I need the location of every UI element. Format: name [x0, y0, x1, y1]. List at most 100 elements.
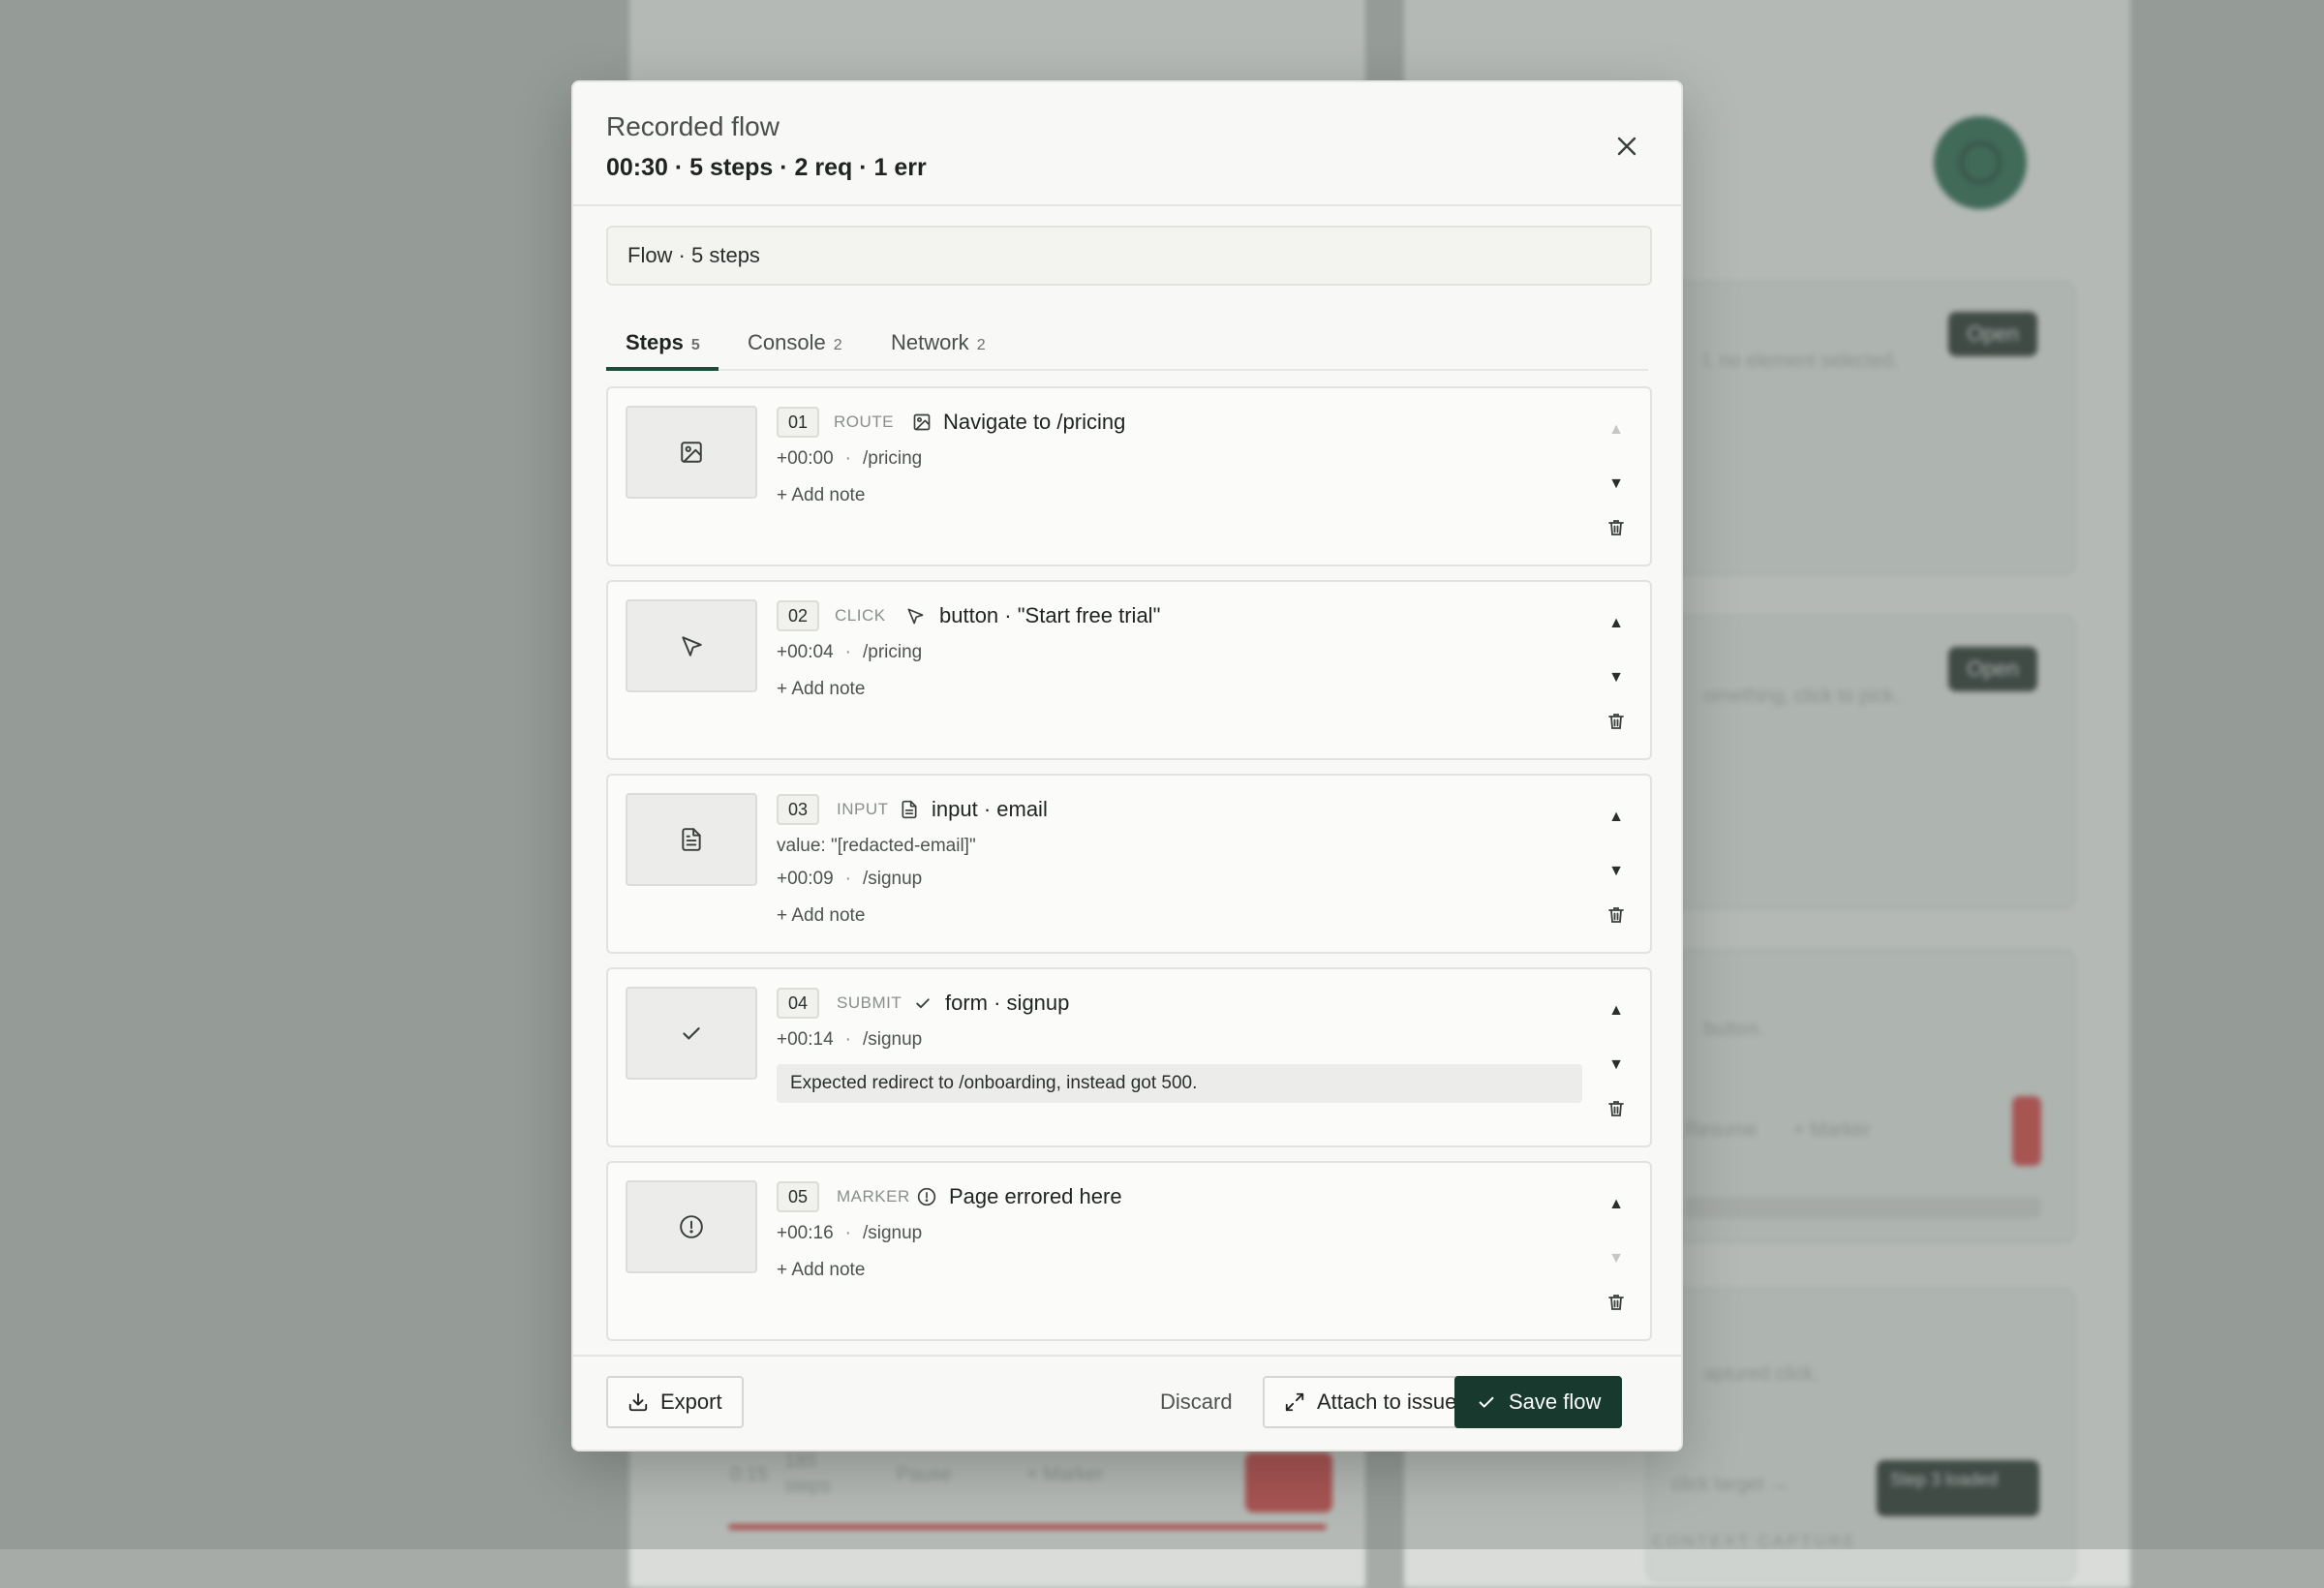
tab-steps[interactable]: Steps 5	[606, 315, 719, 371]
step-path: /pricing	[862, 448, 923, 469]
step-kind: SUBMIT	[837, 993, 902, 1012]
move-down-button[interactable]: ▼	[1604, 472, 1629, 497]
recorded-flow-modal: Recorded flow 00:30 · 5 steps · 2 req · …	[571, 80, 1683, 1451]
modal-title: Recorded flow	[606, 111, 780, 141]
step-card[interactable]: 05 MARKER Page errored here +00:16 ·/sign…	[606, 1161, 1652, 1341]
chevron-up-icon: ▲	[1608, 421, 1624, 438]
tab-network[interactable]: Network 2	[879, 315, 986, 369]
move-up-button[interactable]: ▲	[1604, 417, 1629, 443]
export-button[interactable]: Export	[606, 1376, 744, 1428]
step-meta: +00:09 ·/signup	[777, 869, 923, 889]
tab-count: 2	[976, 337, 986, 353]
tab-count: 5	[690, 337, 700, 353]
attach-to-issue-button[interactable]: Attach to issue	[1263, 1376, 1479, 1428]
close-button[interactable]	[1609, 129, 1644, 164]
step-time: +00:04	[777, 642, 834, 662]
step-kind: ROUTE	[834, 412, 894, 431]
document-icon	[899, 799, 920, 820]
chevron-down-icon: ▼	[1608, 1250, 1624, 1267]
step-label: Page errored here	[949, 1184, 1122, 1208]
alert-circle-icon	[916, 1186, 937, 1207]
move-down-button[interactable]: ▼	[1604, 1053, 1629, 1078]
trash-icon	[1608, 907, 1624, 923]
tab-label: Console	[748, 330, 826, 354]
tab-console[interactable]: Console 2	[736, 315, 842, 369]
expand-icon	[1285, 1392, 1304, 1412]
export-label: Export	[660, 1390, 722, 1414]
move-down-button[interactable]: ▼	[1604, 859, 1629, 884]
discard-label: Discard	[1160, 1390, 1233, 1414]
step-thumbnail[interactable]	[626, 1180, 757, 1273]
step-card[interactable]: 02 CLICK button · "Start free trial" +00…	[606, 580, 1652, 760]
attach-label: Attach to issue	[1317, 1390, 1457, 1414]
image-icon	[911, 412, 933, 433]
step-number: 02	[777, 600, 820, 631]
chevron-down-icon: ▼	[1608, 1056, 1624, 1073]
check-icon	[683, 1027, 700, 1040]
move-up-button[interactable]: ▲	[1604, 611, 1629, 636]
delete-step-button[interactable]	[1604, 902, 1629, 928]
delete-step-button[interactable]	[1604, 1290, 1629, 1315]
chevron-up-icon: ▲	[1608, 615, 1624, 631]
download-icon	[628, 1392, 648, 1412]
tab-count: 2	[833, 337, 842, 353]
tab-label: Network	[891, 330, 969, 354]
check-icon	[912, 992, 933, 1014]
chevron-up-icon: ▲	[1608, 809, 1624, 825]
step-meta: +00:04 ·/pricing	[777, 642, 923, 662]
add-note-link[interactable]: + Add note	[777, 1260, 865, 1281]
flow-name-input[interactable]	[606, 226, 1652, 286]
step-kind: INPUT	[837, 800, 889, 818]
tab-bar: Steps 5 Console 2 Network 2	[606, 315, 1648, 371]
delete-step-button[interactable]	[1604, 709, 1629, 734]
save-label: Save flow	[1509, 1390, 1602, 1414]
move-down-button[interactable]: ▼	[1604, 1246, 1629, 1271]
add-note-link[interactable]: + Add note	[777, 905, 865, 927]
step-number: 03	[777, 794, 820, 825]
step-card[interactable]: 01 ROUTE Navigate to /pricing +00:00 ·/pr…	[606, 386, 1652, 566]
trash-icon	[1608, 520, 1624, 535]
step-number: 01	[777, 407, 820, 438]
step-time: +00:16	[777, 1223, 834, 1243]
step-time: +00:00	[777, 448, 834, 469]
add-note-link[interactable]: + Add note	[777, 485, 865, 506]
step-label: input · email	[932, 797, 1048, 821]
cursor-icon	[682, 636, 702, 657]
move-down-button[interactable]: ▼	[1604, 665, 1629, 690]
step-time: +00:09	[777, 869, 834, 889]
step-card[interactable]: 04 SUBMIT form · signup +00:14 ·/signup E…	[606, 967, 1652, 1147]
step-time: +00:14	[777, 1029, 834, 1050]
move-up-button[interactable]: ▲	[1604, 1192, 1629, 1217]
document-icon	[682, 828, 701, 851]
close-icon	[1617, 137, 1636, 156]
save-flow-button[interactable]: Save flow	[1454, 1376, 1623, 1428]
step-path: /signup	[862, 869, 923, 889]
step-thumbnail[interactable]	[626, 599, 757, 692]
modal-footer: Export Discard Attach to issue Save flow	[573, 1355, 1681, 1450]
chevron-down-icon: ▼	[1608, 669, 1624, 686]
delete-step-button[interactable]	[1604, 515, 1629, 540]
step-value: value: "[redacted-email]"	[777, 836, 976, 856]
trash-icon	[1608, 1101, 1624, 1116]
delete-step-button[interactable]	[1604, 1096, 1629, 1121]
step-card[interactable]: 03 INPUT input · email value: "[redacted…	[606, 774, 1652, 954]
move-up-button[interactable]: ▲	[1604, 998, 1629, 1023]
step-note-text[interactable]: Expected redirect to /onboarding, instea…	[777, 1064, 1582, 1103]
cursor-icon	[904, 605, 926, 626]
chevron-down-icon: ▼	[1608, 475, 1624, 492]
step-number: 05	[777, 1181, 820, 1212]
step-meta: +00:00 ·/pricing	[777, 448, 923, 469]
discard-button[interactable]: Discard	[1141, 1376, 1252, 1428]
step-thumbnail[interactable]	[626, 793, 757, 886]
step-kind: MARKER	[837, 1187, 910, 1206]
step-label: button · "Start free trial"	[939, 603, 1161, 627]
step-label: form · signup	[945, 991, 1070, 1015]
step-path: /signup	[862, 1223, 923, 1243]
add-note-link[interactable]: + Add note	[777, 679, 865, 700]
move-up-button[interactable]: ▲	[1604, 805, 1629, 830]
modal-header: Recorded flow 00:30 · 5 steps · 2 req · …	[573, 82, 1681, 206]
check-icon	[1479, 1396, 1494, 1408]
step-thumbnail[interactable]	[626, 406, 757, 499]
step-thumbnail[interactable]	[626, 987, 757, 1080]
step-path: /signup	[862, 1029, 923, 1050]
